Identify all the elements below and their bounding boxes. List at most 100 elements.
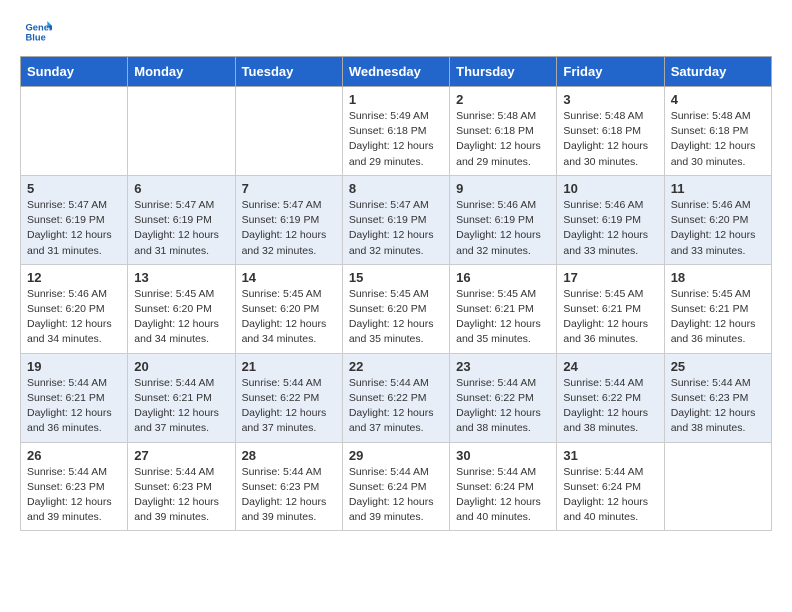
day-number: 3 <box>563 92 657 107</box>
day-number: 20 <box>134 359 228 374</box>
day-info: Sunrise: 5:46 AM Sunset: 6:20 PM Dayligh… <box>27 287 121 348</box>
day-number: 21 <box>242 359 336 374</box>
calendar-cell: 11Sunrise: 5:46 AM Sunset: 6:20 PM Dayli… <box>664 175 771 264</box>
day-info: Sunrise: 5:44 AM Sunset: 6:24 PM Dayligh… <box>563 465 657 526</box>
day-info: Sunrise: 5:44 AM Sunset: 6:22 PM Dayligh… <box>349 376 443 437</box>
page-header: General Blue <box>0 0 792 56</box>
calendar-cell: 2 Sunrise: 5:48 AM Sunset: 6:18 PM Daylig… <box>450 87 557 176</box>
day-number: 30 <box>456 448 550 463</box>
day-info: Sunrise: 5:44 AM Sunset: 6:22 PM Dayligh… <box>563 376 657 437</box>
calendar-cell: 22 Sunrise: 5:44 AM Sunset: 6:22 PM Dayli… <box>342 353 449 442</box>
calendar-cell: 24Sunrise: 5:44 AM Sunset: 6:22 PM Dayli… <box>557 353 664 442</box>
calendar-week-row: 1Sunrise: 5:49 AM Sunset: 6:18 PM Daylig… <box>21 87 772 176</box>
calendar-cell: 15 Sunrise: 5:45 AM Sunset: 6:20 PM Dayli… <box>342 264 449 353</box>
day-number: 19 <box>27 359 121 374</box>
calendar-header-row: SundayMondayTuesdayWednesdayThursdayFrid… <box>21 57 772 87</box>
day-number: 31 <box>563 448 657 463</box>
day-number: 22 <box>349 359 443 374</box>
day-number: 15 <box>349 270 443 285</box>
day-info: Sunrise: 5:45 AM Sunset: 6:21 PM Dayligh… <box>563 287 657 348</box>
day-info: Sunrise: 5:45 AM Sunset: 6:20 PM Dayligh… <box>242 287 336 348</box>
day-info: Sunrise: 5:47 AM Sunset: 6:19 PM Dayligh… <box>242 198 336 259</box>
day-number: 17 <box>563 270 657 285</box>
day-info: Sunrise: 5:44 AM Sunset: 6:23 PM Dayligh… <box>134 465 228 526</box>
calendar-cell: 8 Sunrise: 5:47 AM Sunset: 6:19 PM Daylig… <box>342 175 449 264</box>
calendar-week-row: 5Sunrise: 5:47 AM Sunset: 6:19 PM Daylig… <box>21 175 772 264</box>
day-number: 10 <box>563 181 657 196</box>
day-number: 13 <box>134 270 228 285</box>
day-header-saturday: Saturday <box>664 57 771 87</box>
calendar-cell <box>21 87 128 176</box>
day-number: 1 <box>349 92 443 107</box>
calendar-container: SundayMondayTuesdayWednesdayThursdayFrid… <box>0 56 792 541</box>
day-number: 27 <box>134 448 228 463</box>
day-info: Sunrise: 5:45 AM Sunset: 6:21 PM Dayligh… <box>456 287 550 348</box>
day-number: 7 <box>242 181 336 196</box>
calendar-cell: 27 Sunrise: 5:44 AM Sunset: 6:23 PM Dayli… <box>128 442 235 531</box>
day-number: 12 <box>27 270 121 285</box>
day-info: Sunrise: 5:44 AM Sunset: 6:24 PM Dayligh… <box>456 465 550 526</box>
day-number: 29 <box>349 448 443 463</box>
calendar-cell: 19Sunrise: 5:44 AM Sunset: 6:21 PM Dayli… <box>21 353 128 442</box>
calendar-cell <box>128 87 235 176</box>
calendar-cell: 20 Sunrise: 5:44 AM Sunset: 6:21 PM Dayli… <box>128 353 235 442</box>
calendar-cell <box>235 87 342 176</box>
calendar-cell: 1Sunrise: 5:49 AM Sunset: 6:18 PM Daylig… <box>342 87 449 176</box>
day-info: Sunrise: 5:44 AM Sunset: 6:22 PM Dayligh… <box>456 376 550 437</box>
logo-icon: General Blue <box>24 18 52 46</box>
day-info: Sunrise: 5:45 AM Sunset: 6:20 PM Dayligh… <box>134 287 228 348</box>
calendar-cell: 14 Sunrise: 5:45 AM Sunset: 6:20 PM Dayli… <box>235 264 342 353</box>
calendar-cell: 7 Sunrise: 5:47 AM Sunset: 6:19 PM Daylig… <box>235 175 342 264</box>
calendar-cell: 3 Sunrise: 5:48 AM Sunset: 6:18 PM Daylig… <box>557 87 664 176</box>
day-number: 8 <box>349 181 443 196</box>
day-header-wednesday: Wednesday <box>342 57 449 87</box>
calendar-cell: 18 Sunrise: 5:45 AM Sunset: 6:21 PM Dayli… <box>664 264 771 353</box>
day-number: 4 <box>671 92 765 107</box>
day-info: Sunrise: 5:47 AM Sunset: 6:19 PM Dayligh… <box>134 198 228 259</box>
calendar-cell: 5Sunrise: 5:47 AM Sunset: 6:19 PM Daylig… <box>21 175 128 264</box>
day-info: Sunrise: 5:48 AM Sunset: 6:18 PM Dayligh… <box>671 109 765 170</box>
calendar-cell: 12 Sunrise: 5:46 AM Sunset: 6:20 PM Dayli… <box>21 264 128 353</box>
day-info: Sunrise: 5:45 AM Sunset: 6:20 PM Dayligh… <box>349 287 443 348</box>
calendar-cell: 26Sunrise: 5:44 AM Sunset: 6:23 PM Dayli… <box>21 442 128 531</box>
calendar-week-row: 12 Sunrise: 5:46 AM Sunset: 6:20 PM Dayli… <box>21 264 772 353</box>
calendar-cell: 6 Sunrise: 5:47 AM Sunset: 6:19 PM Daylig… <box>128 175 235 264</box>
day-info: Sunrise: 5:47 AM Sunset: 6:19 PM Dayligh… <box>27 198 121 259</box>
svg-text:Blue: Blue <box>26 33 46 43</box>
day-info: Sunrise: 5:44 AM Sunset: 6:24 PM Dayligh… <box>349 465 443 526</box>
day-number: 25 <box>671 359 765 374</box>
logo: General Blue <box>24 18 56 46</box>
calendar-cell: 30 Sunrise: 5:44 AM Sunset: 6:24 PM Dayli… <box>450 442 557 531</box>
day-info: Sunrise: 5:48 AM Sunset: 6:18 PM Dayligh… <box>563 109 657 170</box>
calendar-cell <box>664 442 771 531</box>
day-header-monday: Monday <box>128 57 235 87</box>
day-info: Sunrise: 5:46 AM Sunset: 6:19 PM Dayligh… <box>563 198 657 259</box>
day-header-friday: Friday <box>557 57 664 87</box>
day-info: Sunrise: 5:47 AM Sunset: 6:19 PM Dayligh… <box>349 198 443 259</box>
calendar-cell: 21 Sunrise: 5:44 AM Sunset: 6:22 PM Dayli… <box>235 353 342 442</box>
calendar-cell: 25 Sunrise: 5:44 AM Sunset: 6:23 PM Dayli… <box>664 353 771 442</box>
calendar-cell: 29 Sunrise: 5:44 AM Sunset: 6:24 PM Dayli… <box>342 442 449 531</box>
calendar-week-row: 19 Sunrise: 5:44 AM Sunset: 6:21 PM Dayli… <box>21 353 772 442</box>
calendar-cell: 23Sunrise: 5:44 AM Sunset: 6:22 PM Dayli… <box>450 353 557 442</box>
day-number: 6 <box>134 181 228 196</box>
calendar-cell: 28 Sunrise: 5:44 AM Sunset: 6:23 PM Dayli… <box>235 442 342 531</box>
day-info: Sunrise: 5:44 AM Sunset: 6:23 PM Dayligh… <box>242 465 336 526</box>
calendar-cell: 31 Sunrise: 5:44 AM Sunset: 6:24 PM Dayli… <box>557 442 664 531</box>
day-info: Sunrise: 5:44 AM Sunset: 6:22 PM Dayligh… <box>242 376 336 437</box>
day-info: Sunrise: 5:44 AM Sunset: 6:23 PM Dayligh… <box>671 376 765 437</box>
day-number: 18 <box>671 270 765 285</box>
calendar-cell: 13 Sunrise: 5:45 AM Sunset: 6:20 PM Dayli… <box>128 264 235 353</box>
day-info: Sunrise: 5:44 AM Sunset: 6:23 PM Dayligh… <box>27 465 121 526</box>
day-info: Sunrise: 5:48 AM Sunset: 6:18 PM Dayligh… <box>456 109 550 170</box>
day-number: 11 <box>671 181 765 196</box>
day-header-sunday: Sunday <box>21 57 128 87</box>
calendar-cell: 4 Sunrise: 5:48 AM Sunset: 6:18 PM Daylig… <box>664 87 771 176</box>
day-number: 14 <box>242 270 336 285</box>
day-info: Sunrise: 5:44 AM Sunset: 6:21 PM Dayligh… <box>134 376 228 437</box>
day-info: Sunrise: 5:45 AM Sunset: 6:21 PM Dayligh… <box>671 287 765 348</box>
day-number: 28 <box>242 448 336 463</box>
day-info: Sunrise: 5:46 AM Sunset: 6:19 PM Dayligh… <box>456 198 550 259</box>
day-number: 2 <box>456 92 550 107</box>
calendar-table: SundayMondayTuesdayWednesdayThursdayFrid… <box>20 56 772 531</box>
